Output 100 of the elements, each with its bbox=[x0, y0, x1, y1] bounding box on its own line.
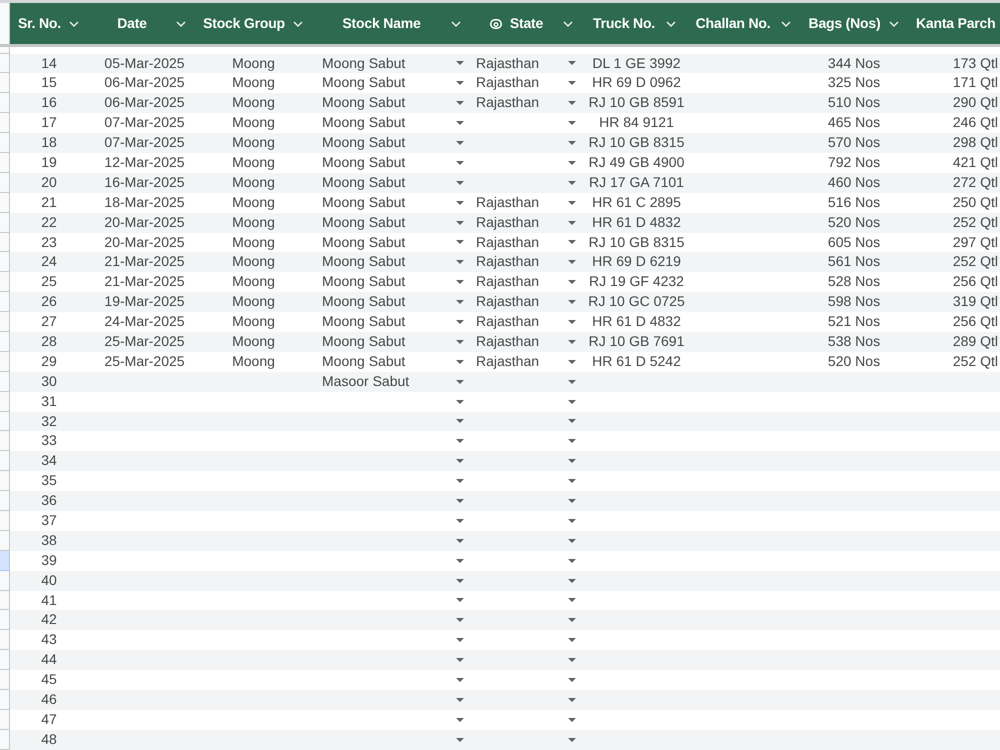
row-header-cell[interactable] bbox=[0, 570, 10, 591]
dropdown-arrow-icon[interactable] bbox=[568, 240, 576, 244]
row-header-cell[interactable] bbox=[0, 471, 10, 492]
dropdown-arrow-icon[interactable] bbox=[456, 280, 464, 284]
chevron-down-icon[interactable] bbox=[176, 20, 186, 26]
dropdown-arrow-icon[interactable] bbox=[456, 638, 464, 642]
dropdown-arrow-icon[interactable] bbox=[456, 320, 464, 324]
dropdown-arrow-icon[interactable] bbox=[568, 340, 576, 344]
dropdown-arrow-icon[interactable] bbox=[568, 499, 576, 504]
dropdown-arrow-icon[interactable] bbox=[568, 81, 576, 86]
dropdown-arrow-icon[interactable] bbox=[568, 618, 576, 622]
row-header-cell[interactable] bbox=[0, 710, 10, 730]
row-header-cell[interactable] bbox=[0, 54, 10, 74]
row-header-cell[interactable] bbox=[0, 272, 10, 292]
dropdown-arrow-icon[interactable] bbox=[456, 240, 464, 244]
chevron-down-icon[interactable] bbox=[451, 20, 461, 26]
dropdown-arrow-icon[interactable] bbox=[568, 320, 576, 324]
row-header-cell[interactable] bbox=[0, 212, 10, 233]
chevron-down-icon[interactable] bbox=[69, 20, 79, 26]
dropdown-arrow-icon[interactable] bbox=[456, 300, 464, 304]
dropdown-arrow-icon[interactable] bbox=[568, 718, 576, 722]
dropdown-arrow-icon[interactable] bbox=[456, 160, 464, 165]
dropdown-arrow-icon[interactable] bbox=[456, 618, 464, 622]
dropdown-arrow-icon[interactable] bbox=[456, 380, 464, 384]
row-header-cell[interactable] bbox=[0, 590, 10, 610]
row-header-cell[interactable] bbox=[0, 690, 10, 710]
row-header-cell[interactable] bbox=[0, 650, 10, 670]
dropdown-arrow-icon[interactable] bbox=[568, 180, 576, 185]
dropdown-arrow-icon[interactable] bbox=[568, 439, 576, 444]
dropdown-arrow-icon[interactable] bbox=[456, 81, 464, 86]
row-header-cell[interactable] bbox=[0, 491, 10, 511]
dropdown-arrow-icon[interactable] bbox=[568, 638, 576, 642]
dropdown-arrow-icon[interactable] bbox=[456, 220, 464, 225]
dropdown-arrow-icon[interactable] bbox=[568, 61, 576, 66]
dropdown-arrow-icon[interactable] bbox=[456, 360, 464, 364]
dropdown-arrow-icon[interactable] bbox=[456, 538, 464, 543]
dropdown-arrow-icon[interactable] bbox=[456, 698, 464, 702]
row-header-cell[interactable] bbox=[0, 73, 10, 94]
dropdown-arrow-icon[interactable] bbox=[456, 400, 464, 404]
chevron-down-icon[interactable] bbox=[563, 20, 573, 26]
dropdown-arrow-icon[interactable] bbox=[568, 280, 576, 284]
dropdown-arrow-icon[interactable] bbox=[568, 738, 576, 742]
row-header-cell[interactable] bbox=[0, 372, 10, 392]
dropdown-arrow-icon[interactable] bbox=[568, 141, 576, 145]
row-header-cell[interactable] bbox=[0, 392, 10, 412]
row-header-cell[interactable] bbox=[0, 172, 10, 193]
dropdown-arrow-icon[interactable] bbox=[456, 340, 464, 344]
chevron-down-icon[interactable] bbox=[293, 20, 303, 26]
dropdown-arrow-icon[interactable] bbox=[456, 200, 464, 205]
row-header-cell[interactable] bbox=[0, 113, 10, 134]
row-header-cell[interactable] bbox=[0, 670, 10, 690]
dropdown-arrow-icon[interactable] bbox=[568, 260, 576, 264]
row-header-cell[interactable] bbox=[0, 431, 10, 452]
dropdown-arrow-icon[interactable] bbox=[568, 200, 576, 205]
dropdown-arrow-icon[interactable] bbox=[456, 558, 464, 563]
dropdown-arrow-icon[interactable] bbox=[568, 419, 576, 424]
row-header-cell[interactable] bbox=[0, 550, 10, 571]
dropdown-arrow-icon[interactable] bbox=[568, 121, 576, 126]
row-header-cell[interactable] bbox=[0, 332, 10, 352]
row-header-cell[interactable] bbox=[0, 412, 10, 432]
row-header-cell[interactable] bbox=[0, 133, 10, 153]
row-header-cell[interactable] bbox=[0, 730, 10, 750]
row-header-cell[interactable] bbox=[0, 610, 10, 630]
dropdown-arrow-icon[interactable] bbox=[568, 598, 576, 602]
dropdown-arrow-icon[interactable] bbox=[568, 658, 576, 662]
dropdown-arrow-icon[interactable] bbox=[456, 141, 464, 145]
dropdown-arrow-icon[interactable] bbox=[456, 578, 464, 583]
row-header-cell[interactable] bbox=[0, 93, 10, 114]
row-header-cell[interactable] bbox=[0, 630, 10, 650]
dropdown-arrow-icon[interactable] bbox=[456, 678, 464, 682]
row-header-cell[interactable] bbox=[0, 47, 10, 54]
row-header-cell[interactable] bbox=[0, 312, 10, 332]
dropdown-arrow-icon[interactable] bbox=[456, 101, 464, 106]
row-header-cell[interactable] bbox=[0, 192, 10, 213]
dropdown-arrow-icon[interactable] bbox=[456, 499, 464, 504]
dropdown-arrow-icon[interactable] bbox=[456, 180, 464, 185]
dropdown-arrow-icon[interactable] bbox=[568, 479, 576, 484]
dropdown-arrow-icon[interactable] bbox=[568, 160, 576, 165]
dropdown-arrow-icon[interactable] bbox=[568, 459, 576, 464]
chevron-down-icon[interactable] bbox=[666, 20, 676, 26]
dropdown-arrow-icon[interactable] bbox=[568, 400, 576, 404]
row-header-cell[interactable] bbox=[0, 352, 10, 372]
row-header-cell[interactable] bbox=[0, 232, 10, 252]
dropdown-arrow-icon[interactable] bbox=[456, 61, 464, 66]
dropdown-arrow-icon[interactable] bbox=[456, 658, 464, 662]
chevron-down-icon[interactable] bbox=[781, 20, 791, 26]
dropdown-arrow-icon[interactable] bbox=[568, 678, 576, 682]
dropdown-arrow-icon[interactable] bbox=[568, 101, 576, 106]
dropdown-arrow-icon[interactable] bbox=[568, 220, 576, 225]
corner-cell[interactable] bbox=[0, 3, 10, 44]
row-header-cell[interactable] bbox=[0, 292, 10, 312]
dropdown-arrow-icon[interactable] bbox=[568, 558, 576, 563]
dropdown-arrow-icon[interactable] bbox=[456, 738, 464, 742]
dropdown-arrow-icon[interactable] bbox=[456, 439, 464, 444]
dropdown-arrow-icon[interactable] bbox=[456, 598, 464, 602]
row-header-cell[interactable] bbox=[0, 530, 10, 551]
dropdown-arrow-icon[interactable] bbox=[568, 578, 576, 583]
dropdown-arrow-icon[interactable] bbox=[456, 518, 464, 523]
dropdown-arrow-icon[interactable] bbox=[456, 121, 464, 126]
dropdown-arrow-icon[interactable] bbox=[568, 380, 576, 384]
